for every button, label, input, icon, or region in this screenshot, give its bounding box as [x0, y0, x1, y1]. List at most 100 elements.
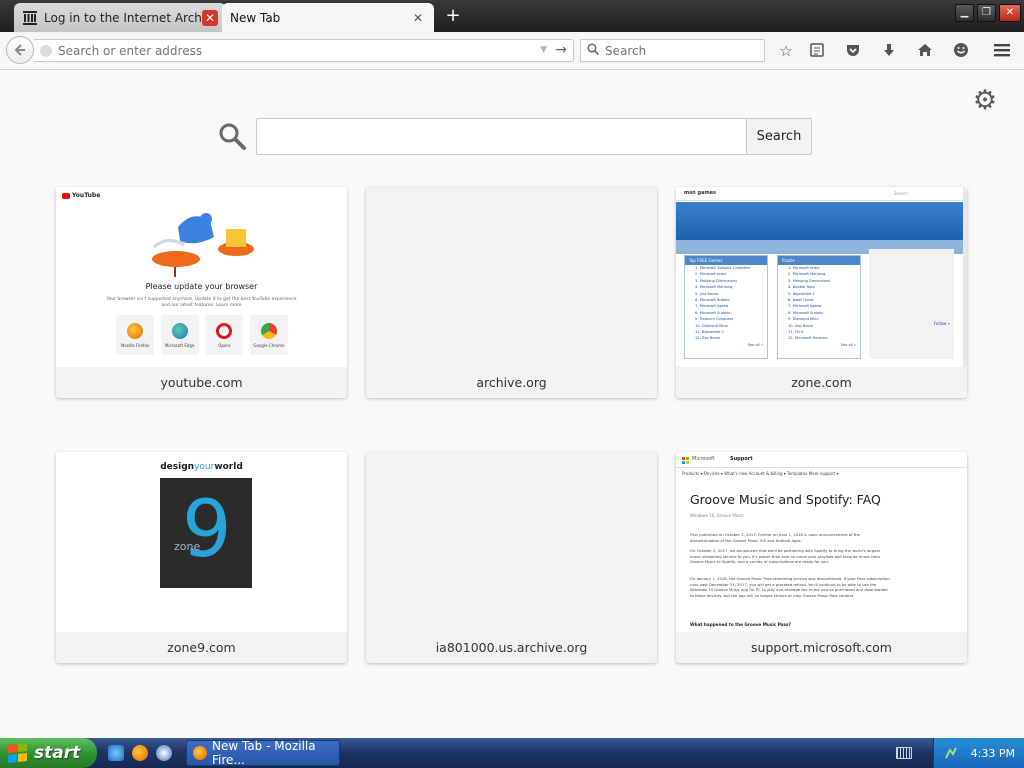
browser-list: Mozilla Firefox Microsoft Edge Opera Goo…	[116, 315, 288, 355]
zone9-nine: 9	[182, 485, 232, 575]
home-icon[interactable]	[916, 42, 934, 60]
ms-paragraph: On January 1, 2018, the Groove Music Pas…	[690, 576, 890, 598]
youtube-illustration	[152, 213, 254, 277]
keyboard-icon[interactable]	[896, 747, 912, 759]
top-site-tile-microsoft-support[interactable]: Microsoft Support Products ▾ Devices ▾ W…	[676, 452, 967, 663]
clock[interactable]: 4:33 PM	[971, 747, 1015, 760]
top-site-tile-archive[interactable]: archive.org	[366, 187, 657, 398]
search-box[interactable]	[580, 39, 765, 62]
go-arrow-icon[interactable]: →	[555, 42, 567, 58]
edge-icon	[171, 322, 188, 339]
zone9-tagline: designyourworld	[56, 462, 347, 472]
tile-thumbnail: Microsoft Support Products ▾ Devices ▾ W…	[676, 452, 967, 632]
archive-building-icon	[22, 10, 38, 26]
tile-title: support.microsoft.com	[676, 632, 967, 663]
youtube-brand: YouTube	[72, 192, 101, 199]
tab-internet-archive-login[interactable]: Log in to the Internet Archive ✕	[14, 3, 226, 32]
taskbar-window-label: New Tab - Mozilla Fire...	[212, 739, 316, 767]
see-all-link: See all »	[747, 342, 763, 347]
system-tray: 4:33 PM	[933, 738, 1024, 768]
browser-label: Microsoft Edge	[164, 342, 195, 348]
zone9-logo: 9 zone	[160, 478, 252, 588]
tile-title: archive.org	[366, 367, 657, 398]
back-arrow-icon[interactable]	[6, 36, 34, 64]
browser-label: Google Chrome	[253, 342, 285, 348]
msn-games-logo: msn games	[684, 190, 717, 196]
ms-paragraph: First published on October 2, 2017. Furt…	[690, 532, 861, 543]
tile-thumbnail	[366, 187, 657, 367]
hamburger-menu-icon[interactable]	[993, 42, 1011, 60]
dropdown-arrow-icon[interactable]: ▼	[540, 45, 547, 55]
ms-header: Microsoft Support	[676, 452, 967, 468]
youtube-logo: YouTube	[62, 192, 100, 199]
tile-title: zone9.com	[56, 632, 347, 663]
windows-flag-icon	[8, 743, 28, 763]
internet-explorer-icon[interactable]	[108, 745, 124, 761]
tile-thumbnail	[366, 452, 657, 632]
tile-title: zone.com	[676, 367, 967, 398]
tab-strip: Log in to the Internet Archive ✕ New Tab…	[0, 0, 1024, 32]
pocket-icon[interactable]	[844, 42, 862, 60]
browser-edge: Microsoft Edge	[160, 315, 199, 355]
identity-icon	[40, 44, 52, 57]
chrome-icon	[260, 322, 277, 339]
close-icon[interactable]: ✕	[999, 4, 1021, 22]
tile-title: ia801000.us.archive.org	[366, 632, 657, 663]
top-site-tile-ia801000[interactable]: ia801000.us.archive.org	[366, 452, 657, 663]
windows-taskbar: start New Tab - Mozilla Fire... 4:33 PM	[0, 738, 1024, 768]
browser-label: Opera	[218, 342, 231, 348]
ms-nav: Products ▾ Devices ▾ What's new Account …	[682, 471, 839, 476]
firefox-icon	[193, 746, 207, 760]
zone9-word: zone	[174, 540, 201, 553]
network-icon[interactable]	[944, 746, 958, 760]
microsoft-logo-icon	[682, 457, 689, 464]
firefox-icon	[127, 322, 143, 339]
tab-close-icon[interactable]: ✕	[410, 10, 426, 26]
browser-firefox: Mozilla Firefox	[116, 315, 154, 355]
browser-opera: Opera	[205, 315, 244, 355]
browser-label: Mozilla Firefox	[120, 342, 150, 348]
search-icon	[587, 43, 600, 58]
search-input[interactable]	[605, 43, 764, 58]
ms-brand: Microsoft	[692, 456, 715, 462]
ms-article-meta: Windows 10, Groove Music	[690, 513, 744, 518]
list-heading: Puzzle	[778, 256, 860, 265]
media-player-icon[interactable]	[156, 745, 172, 761]
ms-paragraph: On October 2, 2017, we announced that we…	[690, 548, 881, 564]
start-label: start	[34, 743, 81, 763]
tile-thumbnail: msn games Search Top FREE Games 1. Micro…	[676, 187, 967, 367]
downloads-icon[interactable]	[880, 42, 898, 60]
minimize-icon[interactable]: ▁	[955, 4, 974, 22]
top-site-tile-youtube[interactable]: YouTube Please update your browser Your …	[56, 187, 347, 398]
youtube-subtext: Your browser isn't supported anymore. Up…	[106, 297, 297, 308]
top-site-tile-zone9[interactable]: designyourworld 9 zone zone9.com	[56, 452, 347, 663]
url-input[interactable]	[58, 43, 573, 58]
taskbar-window-firefox[interactable]: New Tab - Mozilla Fire...	[186, 739, 340, 767]
tile-thumbnail: YouTube Please update your browser Your …	[56, 187, 347, 367]
top-site-tile-zone[interactable]: msn games Search Top FREE Games 1. Micro…	[676, 187, 967, 398]
sidebar-ads: Follow »	[869, 249, 954, 359]
search-icon	[217, 121, 247, 151]
new-tab-plus-icon[interactable]: +	[444, 7, 462, 25]
newtab-search-button[interactable]: Search	[746, 118, 812, 155]
address-bar[interactable]: ▼ →	[34, 39, 574, 62]
browser-chrome: Google Chrome	[249, 315, 288, 355]
see-all-link: See all »	[840, 342, 856, 347]
reading-list-icon[interactable]	[808, 42, 826, 60]
tagline-part: your	[194, 462, 215, 472]
hello-icon[interactable]	[952, 42, 970, 60]
tab-label: New Tab	[230, 10, 281, 25]
tagline-part: design	[160, 462, 195, 472]
tile-title: youtube.com	[56, 367, 347, 398]
ms-section: Support	[730, 456, 753, 462]
puzzle-games-list: Puzzle 1. Microsoft Jewel 2. Microsoft M…	[777, 255, 861, 359]
newtab-search-input[interactable]	[256, 118, 747, 155]
restore-icon[interactable]: ❐	[977, 4, 996, 22]
start-button[interactable]: start	[0, 738, 97, 768]
youtube-heading: Please update your browser	[145, 282, 258, 291]
gear-icon[interactable]: ⚙	[970, 86, 1000, 116]
firefox-icon[interactable]	[132, 745, 148, 761]
tab-new-tab[interactable]: New Tab ✕	[222, 3, 434, 32]
tab-close-icon[interactable]: ✕	[202, 9, 218, 26]
bookmark-star-icon[interactable]: ☆	[777, 42, 795, 60]
